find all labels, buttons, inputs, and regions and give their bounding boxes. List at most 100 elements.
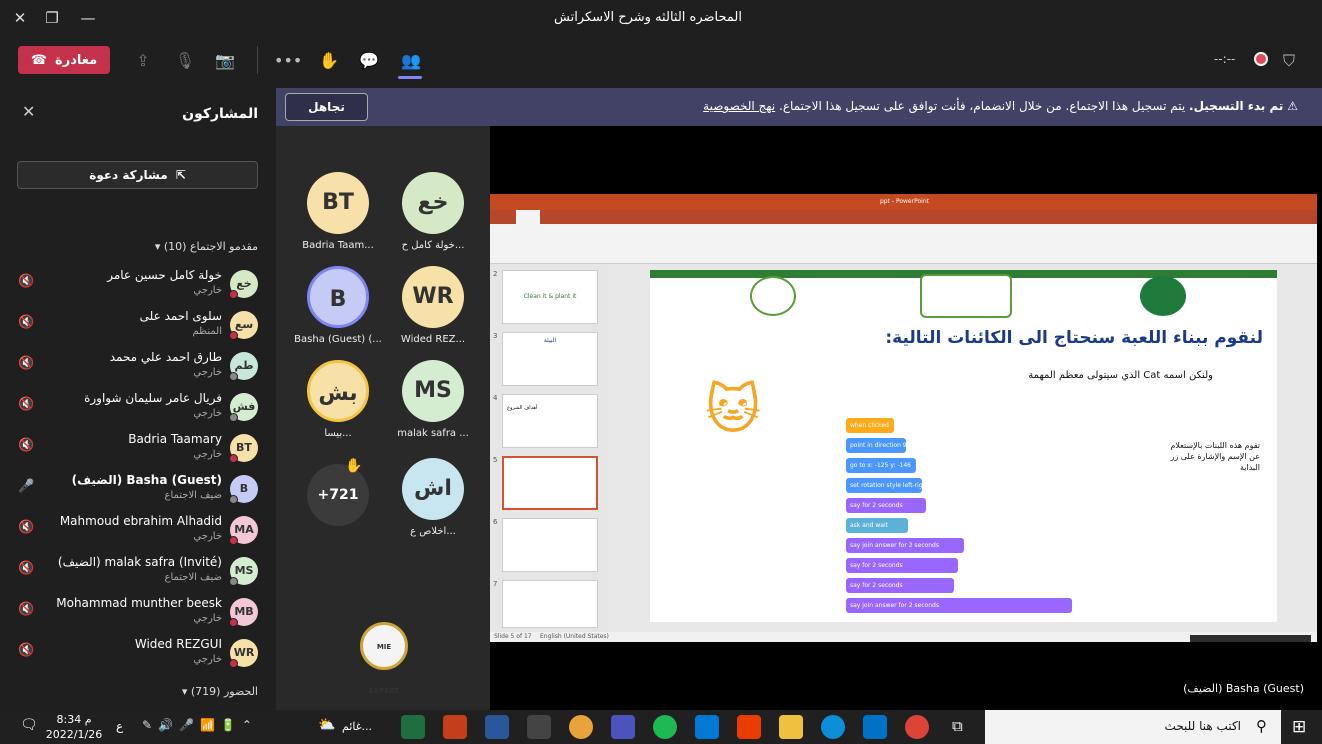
participant-role: خارجي xyxy=(193,654,222,665)
leave-button[interactable]: مغادرة ☎ xyxy=(18,46,110,74)
overflow-tile[interactable]: +721 ✋ xyxy=(293,452,383,552)
tile-avatar: MS xyxy=(402,360,464,422)
thumb-title: Clean it & plant it xyxy=(523,293,577,300)
participant-row[interactable]: فش فريال عامر سليمان شواورة خارجي 🔇 xyxy=(0,387,276,428)
video-tile[interactable]: بش بيسا... xyxy=(293,348,383,448)
raise-hand-icon[interactable]: ✋ xyxy=(316,48,342,74)
notifications-icon[interactable]: 🗨 xyxy=(20,717,38,733)
panel-title: المشاركون xyxy=(182,106,258,122)
app-icon[interactable] xyxy=(527,715,551,739)
participant-name: سلوى احمد على xyxy=(139,309,222,323)
powerpoint-icon[interactable] xyxy=(443,715,467,739)
mail-icon[interactable] xyxy=(863,715,887,739)
store-icon[interactable] xyxy=(695,715,719,739)
participant-row[interactable]: طم طارق احمد علي محمد خارجي 🔇 xyxy=(0,346,276,387)
chrome-icon[interactable] xyxy=(905,715,929,739)
participant-row[interactable]: MB Mohammad munther beesk خارجي 🔇 xyxy=(0,592,276,633)
video-tile[interactable]: خع خولة كامل ح... xyxy=(388,160,478,260)
participant-row[interactable]: BT Badria Taamary خارجي 🔇 xyxy=(0,428,276,469)
more-actions-icon[interactable]: ••• xyxy=(274,48,302,74)
scratch-block: say for 2 seconds xyxy=(846,578,954,593)
share-screen-icon[interactable]: ⇪ xyxy=(130,48,156,74)
scratch-block: ask and wait xyxy=(846,518,908,533)
slide-thumbnails: 2 Clean it & plant it 3 البيئة 4 أهداف ا… xyxy=(490,264,608,634)
slide-thumbnail[interactable] xyxy=(502,580,598,628)
slide-thumbnail[interactable] xyxy=(502,518,598,572)
minimize-window-icon[interactable]: — xyxy=(76,6,100,30)
tile-avatar: بش xyxy=(307,360,369,422)
participant-name: فريال عامر سليمان شواورة xyxy=(84,391,222,405)
windows-start-icon[interactable]: ⊞ xyxy=(1292,717,1306,737)
restore-window-icon[interactable]: ❐ xyxy=(40,6,64,30)
search-icon: ⚲ xyxy=(1256,717,1267,735)
presence-status-icon xyxy=(229,331,238,340)
participant-role: ضيف الاجتماع xyxy=(164,572,222,583)
attendance-header[interactable]: الحضور (719) ▾ xyxy=(182,685,258,698)
slide-thumbnail-selected[interactable] xyxy=(502,456,598,510)
file-explorer-icon[interactable] xyxy=(779,715,803,739)
banner-text: ⚠ تم بدء التسجيل. يتم تسجيل هذا الاجتماع… xyxy=(703,99,1298,113)
slide-thumbnail[interactable]: البيئة xyxy=(502,332,598,386)
presence-status-icon xyxy=(229,536,238,545)
windows-taskbar: 🗨 8:34 م 2022/1/26 ع ✎🔊🎤📶🔋⌃ ⛅ غائم... ⧉ … xyxy=(0,710,1322,744)
tile-avatar: خع xyxy=(402,172,464,234)
aiie-logo xyxy=(750,276,796,316)
video-tile[interactable]: WR Wided REZ... xyxy=(388,254,478,354)
slide-thumbnail[interactable]: أهداف الشروع xyxy=(502,394,598,448)
video-tile[interactable]: اش اخلاص ع... xyxy=(388,446,478,546)
mic-off-icon[interactable]: 🎙 xyxy=(172,48,198,74)
slide-heading: لنقوم ببناء اللعبة سنحتاج الى الكائنات ا… xyxy=(885,328,1263,348)
participant-name: Badria Taamary xyxy=(128,432,222,446)
share-invite-button[interactable]: ⇱ مشاركة دعوة xyxy=(17,161,258,189)
participant-row[interactable]: خع خولة كامل حسين عامر خارجي 🔇 xyxy=(0,264,276,305)
edge-icon[interactable] xyxy=(821,715,845,739)
participant-row[interactable]: B Basha (Guest) (الضيف) ضيف الاجتماع 🎤 xyxy=(0,469,276,510)
raised-hand-icon: ✋ xyxy=(345,458,363,474)
office-icon[interactable] xyxy=(737,715,761,739)
camera-off-icon[interactable]: 📷 xyxy=(212,48,238,74)
taskbar-search[interactable]: ⚲ اكتب هنا للبحث xyxy=(985,710,1281,744)
mic-muted-icon: 🔇 xyxy=(18,602,35,617)
ppt-home-tab[interactable] xyxy=(516,210,540,224)
system-tray-icons[interactable]: ✎🔊🎤📶🔋⌃ xyxy=(142,718,258,732)
video-tile[interactable]: B Basha (Guest) (... xyxy=(293,254,383,354)
close-panel-icon[interactable]: ✕ xyxy=(22,102,35,121)
shield-icon[interactable]: ⛉ xyxy=(1276,48,1302,74)
video-tile[interactable]: MS malak safra ... xyxy=(388,348,478,448)
banner-message: يتم تسجيل هذا الاجتماع. من خلال الانضمام… xyxy=(779,99,1186,113)
app-icon[interactable] xyxy=(569,715,593,739)
dismiss-button[interactable]: تجاهل xyxy=(285,93,368,121)
participants-icon[interactable]: 👥 xyxy=(398,48,424,74)
close-window-icon[interactable]: ✕ xyxy=(8,6,32,30)
chat-icon[interactable]: 💬 xyxy=(356,48,382,74)
excel-icon[interactable] xyxy=(401,715,425,739)
participant-row[interactable]: سع سلوى احمد على المنظم 🔇 xyxy=(0,305,276,346)
participant-row[interactable]: MS malak safra (Invité) (الضيف) ضيف الاجتم… xyxy=(0,551,276,592)
mic-muted-icon: 🔇 xyxy=(18,315,35,330)
scratch-blocks: when clicked point in direction 90 go to x… xyxy=(846,418,1146,618)
participant-row[interactable]: MA Mahmoud ebrahim Alhadid خارجي 🔇 xyxy=(0,510,276,551)
meeting-timer: --:-- xyxy=(1214,52,1236,66)
video-tile[interactable]: BT Badria Taam... xyxy=(293,160,383,260)
privacy-link[interactable]: نهج الخصوصية xyxy=(703,99,775,113)
attendance-header-label: الحضور (719) xyxy=(190,685,258,698)
input-language[interactable]: ع xyxy=(116,719,123,733)
slide-line: ولنكن اسمه Cat الذي سيتولى معظم المهمة xyxy=(1028,370,1213,381)
thumb-title: أهداف الشروع xyxy=(507,405,538,411)
mic-muted-icon: 🔇 xyxy=(18,356,35,371)
weather-text[interactable]: غائم... xyxy=(342,720,372,733)
task-view-icon[interactable]: ⧉ xyxy=(952,717,963,735)
presence-status-icon xyxy=(229,659,238,668)
slide-thumbnail[interactable]: Clean it & plant it xyxy=(502,270,598,324)
word-icon[interactable] xyxy=(485,715,509,739)
teams-icon[interactable] xyxy=(611,715,635,739)
clock[interactable]: 8:34 م 2022/1/26 xyxy=(44,712,104,742)
participant-row[interactable]: WR Wided REZGUI خارجي 🔇 xyxy=(0,633,276,674)
presenters-header[interactable]: مقدمو الاجتماع (10) ▾ xyxy=(155,240,258,253)
participant-name: Wided REZGUI xyxy=(134,637,222,651)
tile-name: malak safra ... xyxy=(397,428,469,439)
self-view-video[interactable] xyxy=(1190,635,1311,642)
video-grid: خع خولة كامل ح... BT Badria Taam... WR Wided … xyxy=(276,126,490,710)
spotify-icon[interactable] xyxy=(653,715,677,739)
scratch-block: say for 2 seconds xyxy=(846,558,958,573)
